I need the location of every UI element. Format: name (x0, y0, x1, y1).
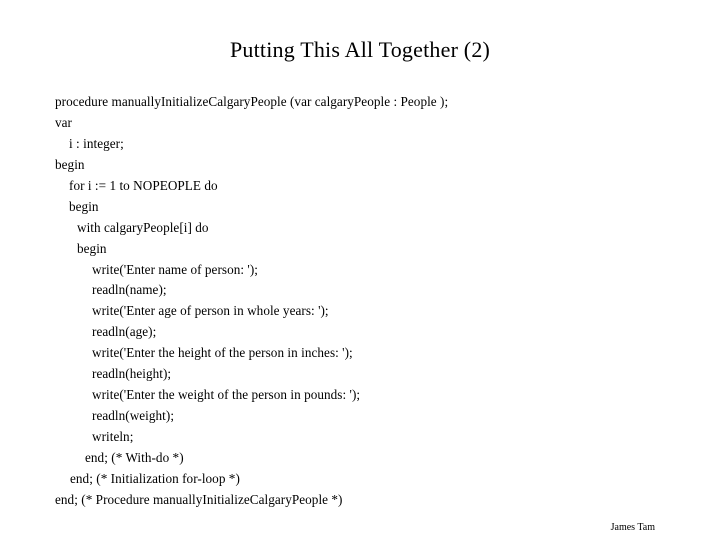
code-line: begin (77, 240, 107, 256)
code-line: for i := 1 to NOPEOPLE do (69, 177, 218, 193)
page-title: Putting This All Together (2) (229, 37, 491, 62)
code-listing: procedure manuallyInitializeCalgaryPeopl… (55, 92, 695, 511)
code-line: readln(weight); (92, 408, 175, 424)
code-line: with calgaryPeople[i] do (77, 219, 209, 235)
code-line: readln(age); (92, 324, 157, 340)
code-line: writeln; (92, 429, 134, 444)
slide: Putting This All Together (2) procedure … (0, 0, 720, 540)
code-line: write('Enter the weight of the person in… (92, 387, 361, 403)
code-line: end; (* Procedure manuallyInitializeCalg… (55, 491, 343, 507)
footer-author: James Tam (610, 522, 655, 533)
code-line: procedure manuallyInitializeCalgaryPeopl… (55, 94, 449, 109)
code-line: end; (* With-do *) (85, 449, 184, 465)
code-line: readln(height); (92, 366, 172, 382)
code-line: var (55, 114, 72, 130)
code-line: end; (* Initialization for-loop *) (70, 470, 240, 486)
code-line: begin (55, 156, 85, 172)
code-line: readln(name); (92, 282, 167, 298)
code-line: write('Enter age of person in whole year… (92, 303, 329, 319)
code-line: begin (69, 198, 99, 214)
code-line: write('Enter name of person: '); (92, 261, 259, 277)
code-line: i : integer; (69, 135, 124, 151)
code-line: write('Enter the height of the person in… (92, 345, 353, 361)
